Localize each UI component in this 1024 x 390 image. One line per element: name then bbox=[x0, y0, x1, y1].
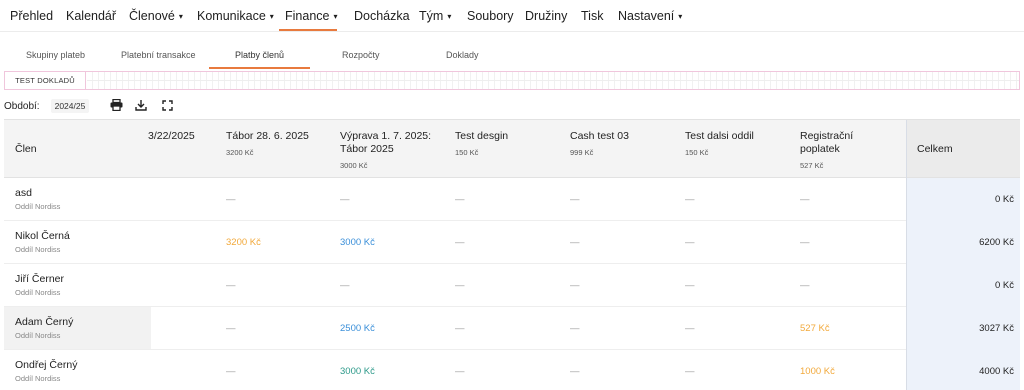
tab-rozpocty[interactable]: Rozpočty bbox=[342, 50, 380, 60]
group-strip-divider bbox=[87, 80, 1019, 81]
payment-cell[interactable]: — bbox=[685, 323, 695, 334]
column-header-member[interactable]: Člen bbox=[15, 143, 37, 156]
payment-cell[interactable]: — bbox=[570, 237, 580, 248]
payment-cell[interactable]: — bbox=[570, 280, 580, 291]
payment-cell[interactable]: — bbox=[685, 366, 695, 377]
payment-cell[interactable]: — bbox=[800, 194, 810, 205]
member-group: Oddíl Nordiss bbox=[15, 288, 61, 297]
chevron-down-icon: ▾ bbox=[447, 12, 452, 21]
payment-cell[interactable]: — bbox=[455, 280, 465, 291]
tab-platebni-transakce[interactable]: Platební transakce bbox=[121, 50, 196, 60]
chevron-down-icon: ▾ bbox=[333, 12, 338, 21]
period-label: Období: bbox=[4, 100, 40, 112]
table-row[interactable]: asd Oddíl Nordiss — — — — — — bbox=[4, 178, 1020, 221]
tab-platby-clenu[interactable]: Platby členů bbox=[235, 50, 284, 60]
payment-cell[interactable]: — bbox=[226, 194, 236, 205]
member-group: Oddíl Nordiss bbox=[15, 374, 61, 383]
payment-cell[interactable]: 3000 Kč bbox=[340, 237, 375, 248]
chevron-down-icon: ▾ bbox=[269, 12, 274, 21]
column-header[interactable]: Test desgin 150 Kč bbox=[455, 130, 508, 159]
payment-cell[interactable]: — bbox=[570, 323, 580, 334]
nav-item-prehled[interactable]: Přehled bbox=[10, 9, 53, 23]
payment-cell[interactable]: — bbox=[226, 280, 236, 291]
row-total: 0 Kč bbox=[994, 194, 1014, 205]
nav-item-finance[interactable]: Finance ▾ bbox=[285, 9, 338, 23]
payment-cell[interactable]: — bbox=[455, 366, 465, 377]
payment-cell[interactable]: — bbox=[570, 194, 580, 205]
nav-item-tisk[interactable]: Tisk bbox=[581, 9, 603, 23]
row-total: 0 Kč bbox=[994, 280, 1014, 291]
table-row[interactable]: Adam Černý Oddíl Nordiss — 2500 Kč — — —… bbox=[4, 307, 1020, 350]
member-name: Nikol Černá bbox=[15, 230, 70, 242]
tab-doklady[interactable]: Doklady bbox=[446, 50, 479, 60]
tab-skupiny-plateb[interactable]: Skupiny plateb bbox=[26, 50, 85, 60]
payment-cell[interactable]: — bbox=[685, 237, 695, 248]
download-icon[interactable] bbox=[133, 97, 149, 113]
payment-cell[interactable]: — bbox=[570, 366, 580, 377]
member-group: Oddíl Nordiss bbox=[15, 202, 61, 211]
payment-cell[interactable]: — bbox=[455, 323, 465, 334]
printer-icon[interactable] bbox=[108, 97, 124, 113]
column-header[interactable]: Výprava 1. 7. 2025: Tábor 2025 3000 Kč bbox=[340, 130, 431, 172]
row-hover-highlight bbox=[4, 307, 151, 349]
row-total: 4000 Kč bbox=[979, 366, 1014, 377]
table-row[interactable]: Nikol Černá Oddíl Nordiss 3200 Kč 3000 K… bbox=[4, 221, 1020, 264]
payment-cell[interactable]: — bbox=[685, 280, 695, 291]
payment-group-bar: TEST DOKLADŮ bbox=[4, 71, 1020, 90]
member-name: Jiří Černer bbox=[15, 273, 65, 285]
nav-item-kalendar[interactable]: Kalendář bbox=[66, 9, 116, 23]
payment-cell[interactable]: — bbox=[685, 194, 695, 205]
member-name: Ondřej Černý bbox=[15, 359, 78, 371]
row-total: 6200 Kč bbox=[979, 237, 1014, 248]
column-header[interactable]: Test dalsi oddil 150 Kč bbox=[685, 130, 754, 159]
table-header: Člen 3/22/2025 Tábor 28. 6. 2025 3200 Kč … bbox=[4, 120, 1020, 178]
payment-cell[interactable]: — bbox=[455, 237, 465, 248]
payment-cell[interactable]: — bbox=[226, 366, 236, 377]
payment-cell[interactable]: — bbox=[340, 280, 350, 291]
payment-cell[interactable]: 3200 Kč bbox=[226, 237, 261, 248]
column-header[interactable]: Tábor 28. 6. 2025 3200 Kč bbox=[226, 130, 309, 159]
nav-item-dochazka[interactable]: Docházka bbox=[354, 9, 410, 23]
nav-item-druziny[interactable]: Družiny bbox=[525, 9, 567, 23]
table-row[interactable]: Ondřej Černý Oddíl Nordiss — 3000 Kč — —… bbox=[4, 350, 1020, 390]
payment-cell[interactable]: 527 Kč bbox=[800, 323, 830, 334]
column-header[interactable]: Registrační poplatek 527 Kč bbox=[800, 130, 853, 172]
nav-item-tym[interactable]: Tým ▾ bbox=[419, 9, 451, 23]
period-select[interactable]: 2024/25 bbox=[50, 99, 90, 113]
member-group: Oddíl Nordiss bbox=[15, 245, 61, 254]
payment-cell[interactable]: — bbox=[800, 237, 810, 248]
table-row[interactable]: Jiří Černer Oddíl Nordiss — — — — — — bbox=[4, 264, 1020, 307]
group-chip-test-dokladu[interactable]: TEST DOKLADŮ bbox=[5, 72, 86, 89]
payment-cell[interactable]: — bbox=[340, 194, 350, 205]
nav-divider bbox=[0, 31, 1024, 32]
nav-item-nastaveni[interactable]: Nastavení ▾ bbox=[618, 9, 682, 23]
payment-cell[interactable]: — bbox=[455, 194, 465, 205]
finance-subtabs: Skupiny plateb Platební transakce Platby… bbox=[0, 40, 1024, 70]
member-payments-table: Člen 3/22/2025 Tábor 28. 6. 2025 3200 Kč … bbox=[4, 119, 1020, 390]
chevron-down-icon: ▾ bbox=[178, 12, 183, 21]
top-nav: Přehled Kalendář Členové ▾ Komunikace ▾ Fi… bbox=[0, 0, 1024, 32]
row-total: 3027 Kč bbox=[979, 323, 1014, 334]
chevron-down-icon: ▾ bbox=[678, 12, 683, 21]
fullscreen-icon[interactable] bbox=[159, 97, 175, 113]
period-row: Období: 2024/25 bbox=[4, 96, 90, 116]
nav-item-komunikace[interactable]: Komunikace ▾ bbox=[197, 9, 274, 23]
payment-cell[interactable]: — bbox=[226, 323, 236, 334]
column-header[interactable]: 3/22/2025 bbox=[148, 130, 195, 143]
member-name: Adam Černý bbox=[15, 316, 74, 328]
total-column: Celkem 0 Kč 6200 Kč 0 Kč 3027 Kč 4000 Kč bbox=[906, 120, 1020, 390]
payment-cell[interactable]: 1000 Kč bbox=[800, 366, 835, 377]
column-header-total[interactable]: Celkem bbox=[917, 143, 953, 155]
column-header[interactable]: Cash test 03 999 Kč bbox=[570, 130, 629, 159]
payment-cell[interactable]: 3000 Kč bbox=[340, 366, 375, 377]
payment-cell[interactable]: 2500 Kč bbox=[340, 323, 375, 334]
member-name: asd bbox=[15, 187, 32, 199]
member-group: Oddíl Nordiss bbox=[15, 331, 61, 340]
total-header-cell: Celkem bbox=[907, 120, 1020, 178]
payment-cell[interactable]: — bbox=[800, 280, 810, 291]
nav-item-soubory[interactable]: Soubory bbox=[467, 9, 514, 23]
nav-item-clenove[interactable]: Členové ▾ bbox=[129, 9, 183, 23]
subtab-active-indicator bbox=[209, 67, 310, 69]
